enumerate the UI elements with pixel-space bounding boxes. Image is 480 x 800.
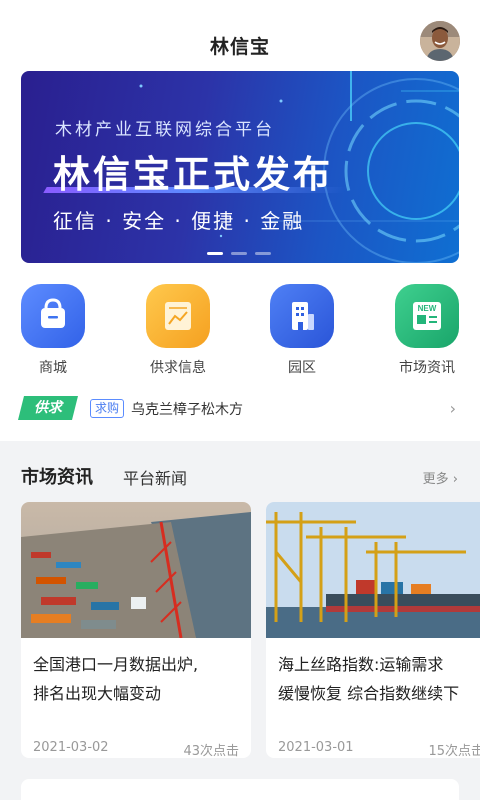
building-icon xyxy=(270,284,334,348)
carousel-indicator xyxy=(207,252,279,256)
svg-text:NEW: NEW xyxy=(418,304,437,313)
chevron-right-icon: › xyxy=(452,472,458,487)
promo-banner[interactable]: 木材产业互联网综合平台 林信宝正式发布 征信 · 安全 · 便捷 · 金融 xyxy=(21,71,459,263)
quicknav-label: 商城 xyxy=(39,360,67,376)
news-card[interactable]: 全国港口一月数据出炉, 排名出现大幅变动 2021-03-02 43次点击 xyxy=(21,502,251,758)
banner-title: 林信宝正式发布 xyxy=(53,153,333,196)
app-title: 林信宝 xyxy=(209,36,270,58)
news-title: 海上丝路指数:运输需求 缓慢恢复 综合指数继续下 xyxy=(266,638,480,708)
port-crane-photo xyxy=(266,502,480,638)
news-title: 全国港口一月数据出炉, 排名出现大幅变动 xyxy=(21,638,251,708)
quicknav-market-news[interactable]: NEW 市场资讯 xyxy=(382,284,472,377)
quicknav-label: 园区 xyxy=(288,360,316,376)
news-date: 2021-03-02 xyxy=(33,740,109,755)
more-link[interactable]: 更多 › xyxy=(423,468,458,487)
quicknav-mall[interactable]: 商城 xyxy=(8,284,98,377)
supply-demand-logo-text: 供求 xyxy=(34,400,62,416)
quicknav-label: 市场资讯 xyxy=(399,360,455,376)
news-title-line: 缓慢恢复 综合指数继续下 xyxy=(278,684,460,703)
supply-demand-ticker[interactable]: 供求 求购 乌克兰樟子松木方 › xyxy=(0,392,480,424)
quick-nav: 商城 供求信息 园区 NEW 市场资讯 xyxy=(0,284,480,379)
tab-platform-news[interactable]: 平台新闻 xyxy=(123,465,187,489)
port-photo xyxy=(21,502,251,638)
carousel-dot[interactable] xyxy=(231,252,247,255)
tab-market-news[interactable]: 市场资讯 xyxy=(21,463,93,489)
news-title-line: 全国港口一月数据出炉, xyxy=(33,655,199,674)
chart-card-icon xyxy=(146,284,210,348)
carousel-dot[interactable] xyxy=(255,252,271,255)
news-clicks: 15次点击 xyxy=(428,744,480,758)
more-label: 更多 xyxy=(422,472,449,487)
news-clicks: 43次点击 xyxy=(183,744,239,758)
quicknav-label: 供求信息 xyxy=(150,360,206,376)
shopping-bag-icon xyxy=(21,284,85,348)
news-icon: NEW xyxy=(395,284,459,348)
news-card[interactable]: 海上丝路指数:运输需求 缓慢恢复 综合指数继续下 2021-03-01 15次点… xyxy=(266,502,480,758)
news-date: 2021-03-01 xyxy=(278,740,354,755)
avatar[interactable] xyxy=(420,21,460,61)
quicknav-park[interactable]: 园区 xyxy=(257,284,347,377)
chevron-right-icon[interactable]: › xyxy=(450,399,456,418)
news-title-line: 海上丝路指数:运输需求 xyxy=(278,655,444,674)
next-section-card[interactable] xyxy=(21,779,459,800)
ticker-text: 乌克兰樟子松木方 xyxy=(131,402,243,418)
news-title-line: 排名出现大幅变动 xyxy=(33,684,162,703)
banner-subtitle: 木材产业互联网综合平台 xyxy=(55,120,275,140)
user-avatar-icon xyxy=(420,21,460,61)
ticker-tag: 求购 xyxy=(90,399,125,418)
quicknav-supply-demand[interactable]: 供求信息 xyxy=(133,284,223,377)
banner-tagline: 征信 · 安全 · 便捷 · 金融 xyxy=(53,209,305,233)
news-section: 市场资讯 平台新闻 更多 › 全国港口一月数据出炉, 排名出现大幅变动 2021… xyxy=(0,441,480,800)
carousel-dot[interactable] xyxy=(207,252,223,255)
